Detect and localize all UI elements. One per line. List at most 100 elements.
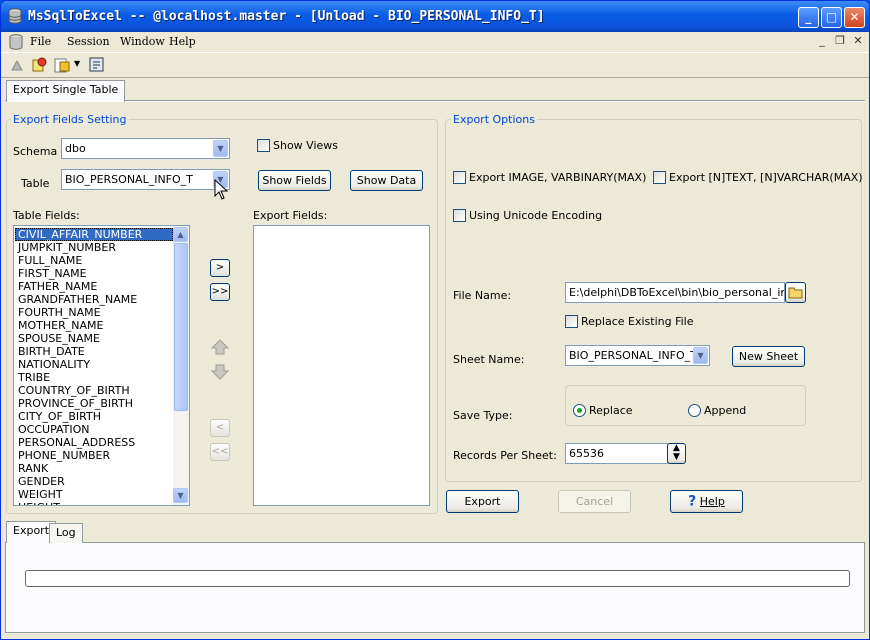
move-down-arrow-icon[interactable] [210,363,230,381]
minimize-button[interactable]: _ [798,7,819,28]
list-item[interactable]: GENDER [15,475,173,488]
dropdown-arrow-icon[interactable]: ▼ [74,59,80,68]
cancel-button[interactable]: Cancel [558,490,631,513]
list-item[interactable]: OCCUPATION [15,423,173,436]
bottom-tab-panel [5,542,865,633]
list-item[interactable]: TRIBE [15,371,173,384]
menu-file[interactable]: File [26,34,55,50]
move-up-arrow-icon[interactable] [210,338,230,356]
menu-bar: File Session Window Help [1,32,869,52]
mdi-minimize-icon[interactable]: _ [815,34,829,48]
list-item[interactable]: MOTHER_NAME [15,319,173,332]
replace-existing-checkbox[interactable] [565,315,578,328]
unicode-label: Using Unicode Encoding [469,209,603,222]
scroll-up-icon[interactable]: ▲ [173,227,188,242]
main-window: MsSqlToExcel -- @localhost.master - [Unl… [0,0,870,640]
browse-button[interactable] [785,282,806,303]
folder-icon [788,287,803,299]
close-button[interactable]: ✕ [844,7,865,28]
list-item[interactable]: CITY_OF_BIRTH [15,410,173,423]
list-item[interactable]: FOURTH_NAME [15,306,173,319]
export-ntext-label: Export [N]TEXT, [N]VARCHAR(MAX) [669,171,863,184]
scroll-thumb[interactable] [174,243,188,411]
export-fields-list[interactable] [253,225,430,506]
replace-radio[interactable] [573,404,586,417]
tab-export-single-table[interactable]: Export Single Table [6,80,126,102]
list-item[interactable]: JUMPKIT_NUMBER [15,241,173,254]
database-app-icon [8,8,22,24]
replace-existing-label: Replace Existing File [581,315,694,328]
mouse-cursor-icon [214,179,228,200]
append-radio[interactable] [688,404,701,417]
menu-window[interactable]: Window [116,34,169,50]
table-label: Table [21,177,50,190]
records-per-sheet-input[interactable]: 65536 [565,443,668,464]
list-item[interactable]: PERSONAL_ADDRESS [15,436,173,449]
export-button[interactable]: Export [446,490,519,513]
list-item[interactable]: CIVIL_AFFAIR_NUMBER [15,228,173,241]
spin-down-icon[interactable]: ▼ [668,453,685,462]
tab-strip-line [5,100,865,102]
list-item[interactable]: FULL_NAME [15,254,173,267]
menu-session[interactable]: Session [63,34,114,50]
close-icon: ✕ [849,10,860,24]
export-fields-setting-label: Export Fields Setting [11,113,129,126]
new-sheet-button[interactable]: New Sheet [732,346,805,367]
records-spin-button[interactable]: ▲ ▼ [667,443,686,464]
export-image-label: Export IMAGE, VARBINARY(MAX) [469,171,647,184]
remove-field-button[interactable]: < [210,419,230,437]
table-fields-list[interactable]: CIVIL_AFFAIR_NUMBER JUMPKIT_NUMBER FULL_NA… [13,225,190,506]
export-fields-label: Export Fields: [253,209,328,222]
connect-icon[interactable] [8,56,26,74]
maximize-button[interactable]: □ [821,7,842,28]
tab-log[interactable]: Log [49,523,83,543]
mdi-restore-icon[interactable]: ❐ [833,34,847,48]
query-icon[interactable] [88,56,106,74]
remove-all-fields-button[interactable]: << [210,443,230,461]
file-name-label: File Name: [453,289,512,302]
help-button[interactable]: ? Help [670,490,743,513]
unicode-checkbox[interactable] [453,209,466,222]
list-item[interactable]: FIRST_NAME [15,267,173,280]
list-item[interactable]: COUNTRY_OF_BIRTH [15,384,173,397]
add-all-fields-button[interactable]: >> [210,283,230,301]
title-bar[interactable]: MsSqlToExcel -- @localhost.master - [Unl… [1,1,869,32]
table-value: BIO_PERSONAL_INFO_T [65,173,193,186]
scroll-down-icon[interactable]: ▼ [173,488,188,503]
table-combo[interactable]: BIO_PERSONAL_INFO_T ▼ [61,169,230,190]
show-data-button[interactable]: Show Data [350,170,423,191]
export-image-checkbox[interactable] [453,171,466,184]
open-table-icon[interactable] [53,56,71,74]
file-name-input[interactable]: E:\delphi\DBToExcel\bin\bio_personal_inf… [565,282,785,303]
list-item[interactable]: NATIONALITY [15,358,173,371]
list-item[interactable]: RANK [15,462,173,475]
append-radio-label: Append [704,404,747,417]
show-views-checkbox[interactable] [257,139,270,152]
mdi-close-icon[interactable]: ✕ [851,34,865,48]
list-item[interactable]: PHONE_NUMBER [15,449,173,462]
sheet-name-combo[interactable]: BIO_PERSONAL_INFO_T ▼ [565,345,710,366]
export-ntext-checkbox[interactable] [653,171,666,184]
database-menu-icon[interactable] [8,34,24,50]
schema-combo[interactable]: dbo ▼ [61,138,230,159]
show-fields-button[interactable]: Show Fields [258,170,331,191]
list-item[interactable]: HEIGHT [15,501,173,505]
schema-label: Schema [13,145,58,158]
list-item[interactable]: FATHER_NAME [15,280,173,293]
menu-help[interactable]: Help [165,34,200,50]
disconnect-icon[interactable] [30,56,48,74]
list-item[interactable]: BIRTH_DATE [15,345,173,358]
list-item[interactable]: PROVINCE_OF_BIRTH [15,397,173,410]
export-options-label: Export Options [451,113,537,126]
replace-radio-label: Replace [589,404,633,417]
table-fields-scrollbar[interactable]: ▲ ▼ [173,226,189,505]
add-field-button[interactable]: > [210,259,230,277]
list-item[interactable]: SPOUSE_NAME [15,332,173,345]
list-item[interactable]: WEIGHT [15,488,173,501]
chevron-down-icon[interactable]: ▼ [693,347,708,364]
help-question-icon: ? [688,493,697,510]
table-fields-items: CIVIL_AFFAIR_NUMBER JUMPKIT_NUMBER FULL_NA… [15,228,173,505]
chevron-down-icon[interactable]: ▼ [213,140,228,157]
maximize-icon: □ [825,10,838,24]
list-item[interactable]: GRANDFATHER_NAME [15,293,173,306]
